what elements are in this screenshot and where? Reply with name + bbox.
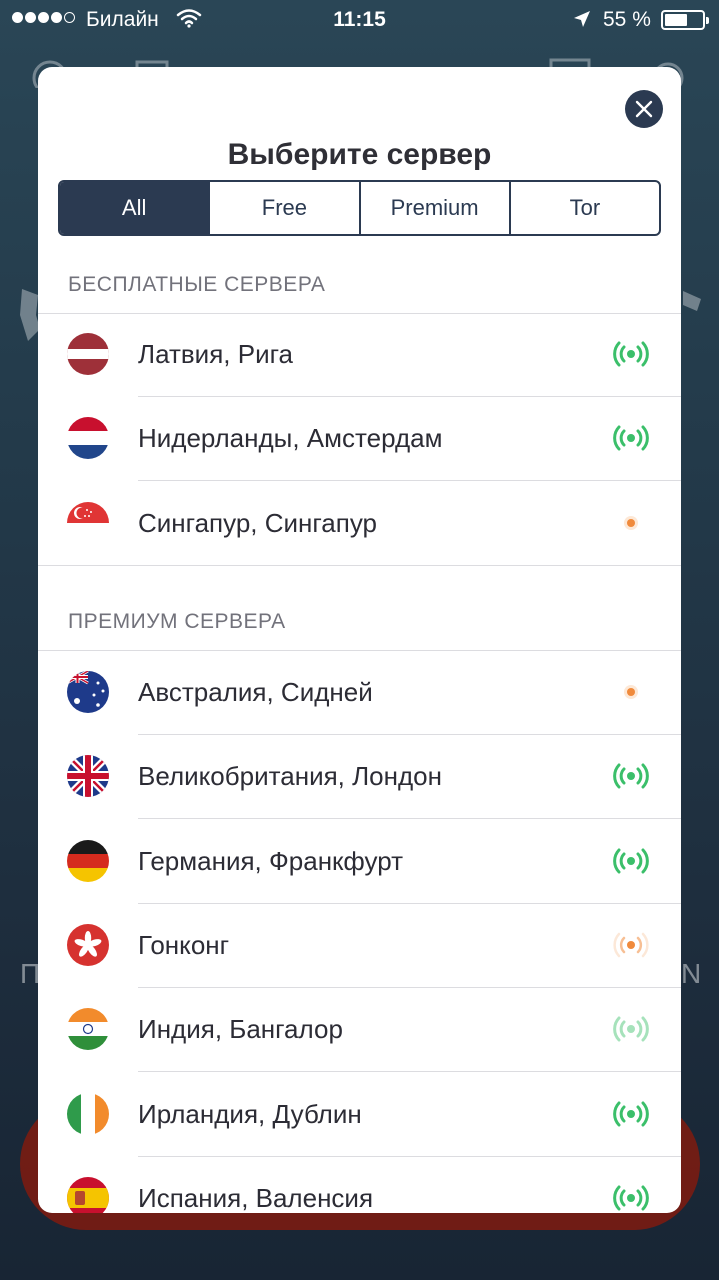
server-name: Сингапур, Сингапур <box>138 507 378 538</box>
location-arrow-icon <box>574 11 590 27</box>
server-name: Германия, Франкфурт <box>138 845 404 876</box>
server-row[interactable]: Сингапур, Сингапур <box>38 481 681 565</box>
singapore-flag-icon <box>67 501 109 544</box>
battery-icon <box>661 10 709 30</box>
status-bar: Билайн 11:15 55 % <box>0 0 719 40</box>
latvia-flag-icon <box>67 333 109 375</box>
battery-percentage: 55 % <box>603 8 651 31</box>
signal-strength-icon <box>611 756 651 796</box>
netherlands-flag-icon <box>67 417 109 460</box>
server-name: Австралия, Сидней <box>138 677 373 707</box>
tab-all[interactable]: All <box>60 182 211 234</box>
signal-strength-icon <box>611 925 651 965</box>
server-name: Великобритания, Лондон <box>138 761 442 792</box>
germany-flag-icon <box>67 839 109 882</box>
tab-tor[interactable]: Tor <box>511 182 659 234</box>
server-name: Гонконг <box>138 929 230 960</box>
spain-flag-icon <box>67 1176 109 1213</box>
server-name: Индия, Бангалор <box>138 1014 343 1045</box>
server-row[interactable]: Нидерланды, Амстердам <box>38 396 681 480</box>
signal-strength-icon <box>611 334 651 374</box>
server-row[interactable]: Индия, Бангалор <box>38 987 681 1071</box>
close-icon <box>635 100 653 118</box>
india-flag-icon <box>67 1008 109 1051</box>
tab-free[interactable]: Free <box>210 182 361 234</box>
server-name: Нидерланды, Амстердам <box>138 423 443 454</box>
signal-strength-icon <box>611 672 651 712</box>
server-row[interactable]: Испания, Валенсия <box>38 1156 681 1213</box>
signal-strength-icon <box>611 1094 651 1134</box>
background-map-right <box>683 291 701 311</box>
server-name: Латвия, Рига <box>138 339 293 369</box>
close-button[interactable] <box>625 90 663 128</box>
server-row[interactable]: Гонконг <box>38 903 681 987</box>
signal-strength-icon <box>611 503 651 543</box>
signal-strength-icon <box>611 1009 651 1049</box>
signal-strength-icon <box>611 1178 651 1213</box>
hong-kong-flag-icon <box>67 923 109 966</box>
server-filter-tabs: All Free Premium Tor <box>58 180 661 236</box>
server-row[interactable]: Латвия, Рига <box>38 312 681 396</box>
server-row[interactable]: Германия, Франкфурт <box>38 819 681 903</box>
server-name: Испания, Валенсия <box>138 1182 374 1213</box>
server-row[interactable]: Австралия, Сидней <box>38 650 681 734</box>
australia-flag-icon <box>67 671 109 713</box>
signal-strength-icon <box>611 841 651 881</box>
uk-flag-icon <box>67 755 109 798</box>
ireland-flag-icon <box>67 1092 109 1135</box>
premium-servers-header: ПРЕМИУМ СЕРВЕРА <box>68 610 286 633</box>
tab-premium[interactable]: Premium <box>361 182 511 234</box>
server-picker-modal: Выберите сервер All Free Premium Tor БЕС… <box>38 67 681 1213</box>
background-text-right: N <box>681 958 702 989</box>
server-row[interactable]: Ирландия, Дублин <box>38 1072 681 1156</box>
server-name: Ирландия, Дублин <box>138 1098 362 1129</box>
signal-strength-icon <box>611 418 651 458</box>
free-servers-header: БЕСПЛАТНЫЕ СЕРВЕРА <box>68 273 326 296</box>
server-row[interactable]: Великобритания, Лондон <box>38 734 681 818</box>
divider <box>38 565 681 566</box>
modal-title: Выберите сервер <box>227 138 492 171</box>
